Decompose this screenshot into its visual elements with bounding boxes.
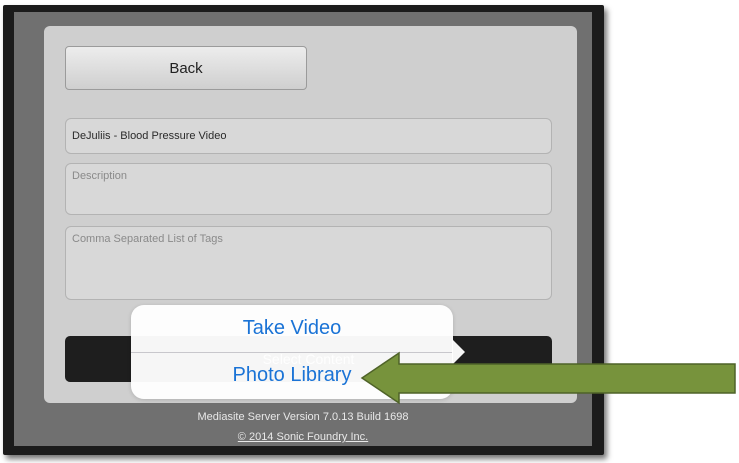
annotation-arrow-icon xyxy=(360,351,736,405)
